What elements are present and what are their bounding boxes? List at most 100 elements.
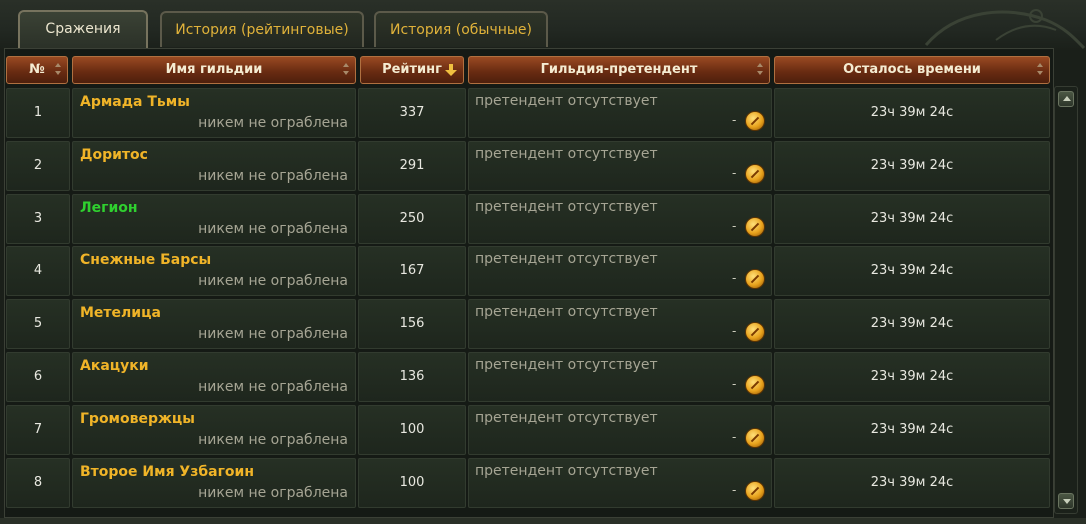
rival-cell: претендент отсутствует - (468, 351, 772, 402)
arrow-up-icon (1063, 96, 1071, 101)
guild-name[interactable]: Громовержцы (80, 411, 195, 427)
guild-name[interactable]: Доритос (80, 147, 148, 163)
time-left-value: 23ч 39м 24с (870, 474, 954, 490)
rival-value: - (732, 429, 737, 444)
gold-coin-icon[interactable] (745, 163, 765, 184)
guild-name[interactable]: Легион (80, 200, 138, 216)
guild-cell[interactable]: Акацуки никем не ограблена (72, 351, 356, 402)
sort-arrows-icon (55, 63, 61, 77)
rival-cell: претендент отсутствует - (468, 457, 772, 508)
robbery-status: никем не ограблена (198, 220, 348, 237)
column-header-guild-name[interactable]: Имя гильдии (72, 56, 356, 84)
tab-history-rated[interactable]: История (рейтинговые) (160, 11, 364, 47)
column-header-num[interactable]: № (6, 56, 68, 84)
guild-cell[interactable]: Армада Тьмы никем не ограблена (72, 88, 356, 138)
tab-history-normal[interactable]: История (обычные) (374, 11, 548, 47)
rank-cell: 6 (6, 351, 70, 402)
rival-text: претендент отсутствует (475, 356, 658, 373)
table-row[interactable]: 4 Снежные Барсы никем не ограблена 167 прете… (4, 245, 1052, 298)
rank-cell: 7 (6, 404, 70, 455)
time-left-cell: 23ч 39м 24с (774, 457, 1050, 508)
guild-name[interactable]: Метелица (80, 305, 161, 321)
rating-cell: 100 (358, 457, 466, 508)
rival-value: - (732, 324, 737, 339)
robbery-status: никем не ограблена (198, 378, 348, 395)
scroll-down-button[interactable] (1058, 493, 1074, 509)
bottom-frame (0, 518, 1086, 524)
time-left-value: 23ч 39м 24с (870, 210, 954, 226)
rating-value: 156 (399, 316, 425, 332)
scroll-up-button[interactable] (1058, 91, 1074, 107)
rating-cell: 136 (358, 351, 466, 402)
guild-cell[interactable]: Громовержцы никем не ограблена (72, 404, 356, 455)
table-row[interactable]: 7 Громовержцы никем не ограблена 100 претенд… (4, 404, 1052, 457)
rank-number: 1 (33, 105, 43, 120)
gold-coin-icon[interactable] (745, 269, 765, 290)
rank-cell: 2 (6, 140, 70, 191)
table-row[interactable]: 3 Легион никем не ограблена 250 претендент о… (4, 193, 1052, 246)
table-row[interactable]: 2 Доритос никем не ограблена 291 претендент … (4, 140, 1052, 193)
guild-cell[interactable]: Доритос никем не ограблена (72, 140, 356, 191)
rank-cell: 4 (6, 246, 70, 297)
rival-value: - (732, 271, 737, 286)
guild-cell[interactable]: Снежные Барсы никем не ограблена (72, 246, 356, 297)
tab-battles[interactable]: Сражения (18, 10, 148, 48)
rival-cell: претендент отсутствует - (468, 404, 772, 455)
guild-cell[interactable]: Второе Имя Узбагоин никем не ограблена (72, 457, 356, 508)
robbery-status: никем не ограблена (198, 484, 348, 501)
rating-cell: 156 (358, 299, 466, 350)
column-header-rival[interactable]: Гильдия-претендент (468, 56, 770, 84)
column-header-rating[interactable]: Рейтинг (360, 56, 464, 84)
guild-cell[interactable]: Легион никем не ограблена (72, 193, 356, 244)
guild-name[interactable]: Снежные Барсы (80, 252, 211, 268)
rival-cell: претендент отсутствует - (468, 299, 772, 350)
table-row[interactable]: 5 Метелица никем не ограблена 156 претендент… (4, 298, 1052, 351)
guild-name[interactable]: Второе Имя Узбагоин (80, 464, 254, 480)
time-left-cell: 23ч 39м 24с (774, 351, 1050, 402)
rival-text: претендент отсутствует (475, 304, 658, 321)
arrow-down-icon (1063, 499, 1071, 504)
column-header-time-left[interactable]: Осталось времени (774, 56, 1050, 84)
gold-coin-icon[interactable] (745, 480, 765, 501)
rival-text: претендент отсутствует (475, 409, 658, 426)
rival-cell: претендент отсутствует - (468, 88, 772, 138)
guild-cell[interactable]: Метелица никем не ограблена (72, 299, 356, 350)
guild-name[interactable]: Акацуки (80, 358, 149, 374)
robbery-status: никем не ограблена (198, 115, 348, 131)
table-row[interactable]: 8 Второе Имя Узбагоин никем не ограблена 10… (4, 457, 1052, 510)
gold-coin-icon[interactable] (745, 216, 765, 237)
rank-cell: 3 (6, 193, 70, 244)
guild-name[interactable]: Армада Тьмы (80, 94, 190, 110)
rival-text: претендент отсутствует (475, 462, 658, 479)
gold-coin-icon[interactable] (745, 374, 765, 395)
column-header-rival-label: Гильдия-претендент (540, 62, 698, 77)
time-left-cell: 23ч 39м 24с (774, 193, 1050, 244)
time-left-value: 23ч 39м 24с (870, 105, 954, 120)
gold-coin-icon[interactable] (745, 111, 765, 131)
rival-text: претендент отсутствует (475, 198, 658, 215)
rating-value: 100 (399, 421, 425, 437)
gold-coin-icon[interactable] (745, 322, 765, 343)
sort-arrows-icon (1037, 63, 1043, 77)
sort-arrows-icon (343, 63, 349, 77)
rating-value: 100 (399, 474, 425, 490)
rival-value: - (732, 482, 737, 497)
rating-cell: 100 (358, 404, 466, 455)
rating-value: 291 (399, 157, 425, 173)
sort-arrows-icon (757, 63, 763, 77)
rating-cell: 337 (358, 88, 466, 138)
gold-coin-icon[interactable] (745, 427, 765, 448)
table-row[interactable]: 6 Акацуки никем не ограблена 136 претендент … (4, 351, 1052, 404)
rival-value: - (732, 218, 737, 233)
time-left-cell: 23ч 39м 24с (774, 140, 1050, 191)
table-row[interactable]: 1 Армада Тьмы никем не ограблена 337 претенд… (4, 87, 1052, 140)
rival-text: претендент отсутствует (475, 93, 658, 109)
rank-number: 7 (33, 421, 43, 437)
scrollbar[interactable] (1054, 86, 1078, 514)
rank-number: 5 (33, 316, 43, 332)
guild-table: 1 Армада Тьмы никем не ограблена 337 претенд… (4, 87, 1052, 509)
rank-number: 3 (33, 210, 43, 226)
time-left-value: 23ч 39м 24с (870, 263, 954, 279)
rival-text: претендент отсутствует (475, 251, 658, 268)
rival-cell: претендент отсутствует - (468, 140, 772, 191)
